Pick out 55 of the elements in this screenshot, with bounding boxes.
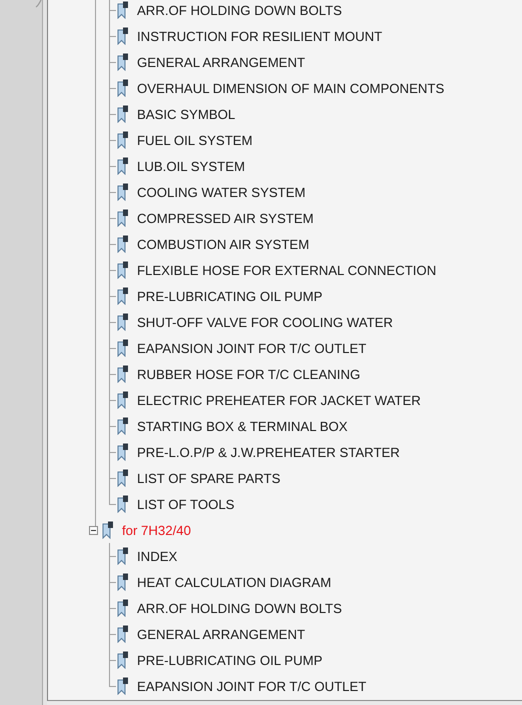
bookmark-item[interactable]: ELECTRIC PREHEATER FOR JACKET WATER	[137, 392, 421, 408]
bookmark-item[interactable]: STARTING BOX & TERMINAL BOX	[137, 418, 348, 434]
bookmark-icon	[117, 443, 129, 461]
bookmark-item[interactable]: EAPANSION JOINT FOR T/C OUTLET	[137, 678, 366, 694]
bookmark-icon	[117, 677, 129, 695]
bookmark-icon	[117, 157, 129, 175]
bookmark-icon	[117, 625, 129, 643]
bookmark-item[interactable]: RUBBER HOSE FOR T/C CLEANING	[137, 366, 360, 382]
bookmark-icon	[117, 599, 129, 617]
bookmark-item[interactable]: ARR.OF HOLDING DOWN BOLTS	[137, 600, 342, 616]
bookmark-item[interactable]: LUB.OIL SYSTEM	[137, 158, 245, 174]
bookmark-item[interactable]: SHUT-OFF VALVE FOR COOLING WATER	[137, 314, 393, 330]
bookmark-icon	[117, 79, 129, 97]
bookmark-item[interactable]: OVERHAUL DIMENSION OF MAIN COMPONENTS	[137, 80, 444, 96]
bookmark-icon	[117, 287, 129, 305]
bookmark-item[interactable]: for 7H32/40	[122, 522, 191, 538]
bookmark-item[interactable]: PRE-L.O.P/P & J.W.PREHEATER STARTER	[137, 444, 400, 460]
bookmark-item[interactable]: LIST OF SPARE PARTS	[137, 470, 280, 486]
bookmark-icon	[117, 469, 129, 487]
bookmark-icon	[117, 651, 129, 669]
bookmark-item[interactable]: COMBUSTION AIR SYSTEM	[137, 236, 310, 252]
bookmark-icon	[117, 417, 129, 435]
bookmark-icon	[117, 235, 129, 253]
bookmark-item[interactable]: GENERAL ARRANGEMENT	[137, 54, 306, 70]
bookmark-icon	[117, 53, 129, 71]
bookmark-item[interactable]: PRE-LUBRICATING OIL PUMP	[137, 652, 322, 668]
bookmark-item[interactable]: ARR.OF HOLDING DOWN BOLTS	[137, 2, 342, 18]
bookmark-item[interactable]: FLEXIBLE HOSE FOR EXTERNAL CONNECTION	[137, 262, 436, 278]
bookmark-icon	[117, 495, 129, 513]
bookmark-icon	[117, 261, 129, 279]
bookmark-icon	[117, 391, 129, 409]
collapse-toggle[interactable]	[89, 526, 98, 534]
bookmark-item[interactable]: INSTRUCTION FOR RESILIENT MOUNT	[137, 28, 382, 44]
bookmark-icon	[117, 339, 129, 357]
bookmark-icon	[117, 131, 129, 149]
bookmark-icon	[117, 183, 129, 201]
bookmark-item[interactable]: PRE-LUBRICATING OIL PUMP	[137, 288, 322, 304]
bookmark-item[interactable]: COOLING WATER SYSTEM	[137, 184, 306, 200]
bookmark-icon	[117, 365, 129, 383]
bookmark-item[interactable]: GENERAL ARRANGEMENT	[137, 626, 306, 642]
bookmark-item[interactable]: FUEL OIL SYSTEM	[137, 132, 253, 148]
bookmark-icon	[117, 105, 129, 123]
bookmark-icon	[117, 209, 129, 227]
bookmark-item[interactable]: COMPRESSED AIR SYSTEM	[137, 210, 314, 226]
bookmark-icon	[117, 313, 129, 331]
bookmark-icon	[102, 521, 114, 539]
bookmark-item[interactable]: BASIC SYMBOL	[137, 106, 236, 122]
bookmark-item[interactable]: INDEX	[137, 548, 178, 564]
bookmark-item[interactable]: EAPANSION JOINT FOR T/C OUTLET	[137, 340, 366, 356]
bookmark-icon	[117, 547, 129, 565]
bookmark-item[interactable]: LIST OF TOOLS	[137, 496, 234, 512]
bookmark-icon	[117, 573, 129, 591]
bookmark-item[interactable]: HEAT CALCULATION DIAGRAM	[137, 574, 332, 590]
bookmark-icon	[117, 1, 129, 19]
bookmark-icon	[117, 27, 129, 45]
